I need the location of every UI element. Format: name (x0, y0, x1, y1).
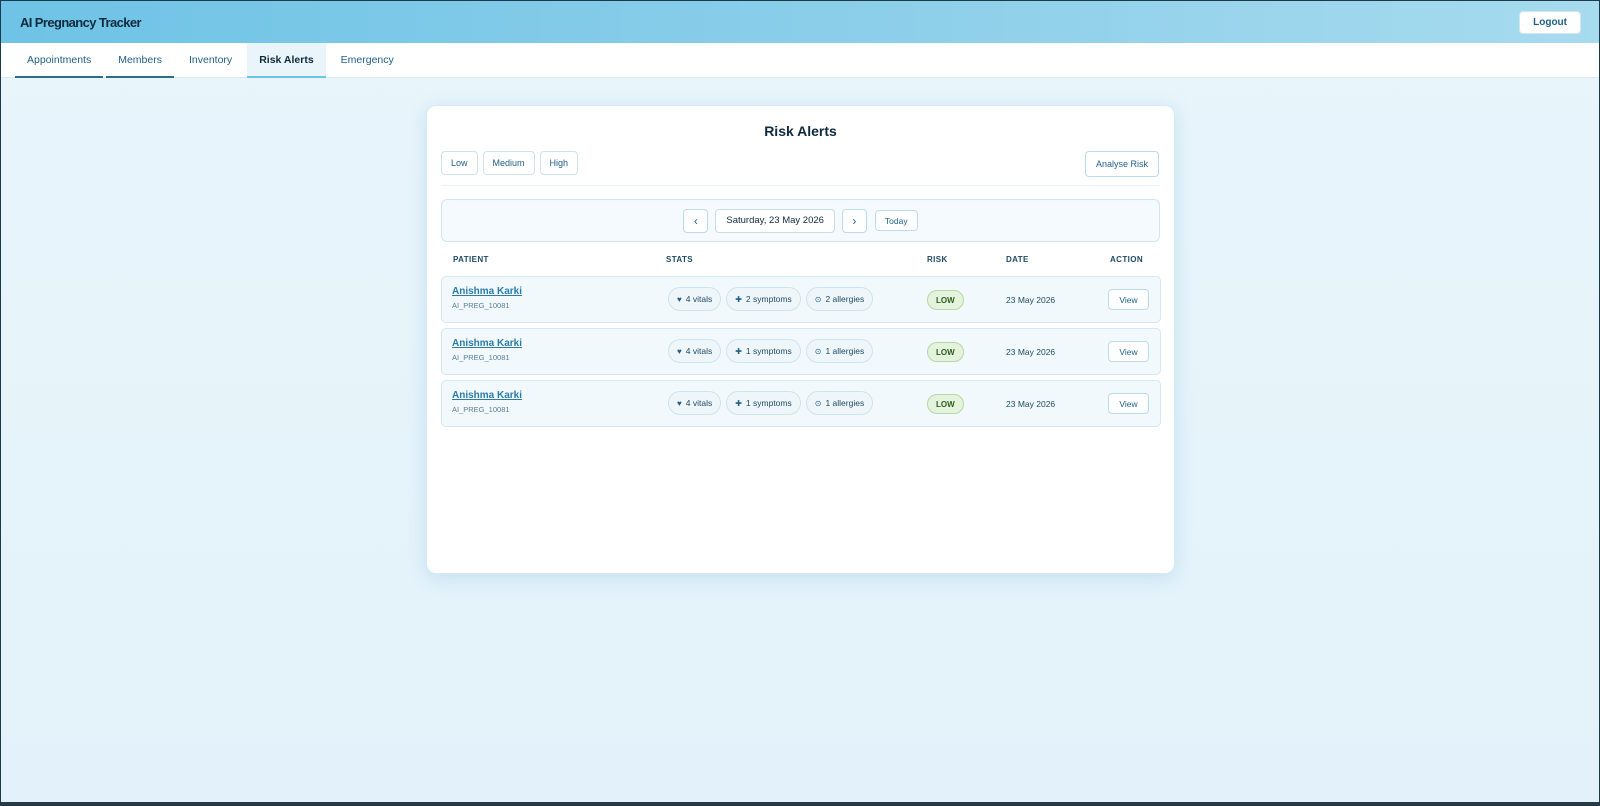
tab-appointments[interactable]: Appointments (15, 43, 104, 78)
view-button[interactable]: View (1108, 289, 1149, 310)
prev-day-button[interactable]: ‹ (683, 208, 709, 233)
page-title: Risk Alerts (764, 123, 837, 139)
target-icon: ⊙ (814, 398, 822, 408)
table-header: PATIENT STATS RISK DATE ACTION (441, 255, 1160, 269)
allergies-count: 1 allergies (825, 398, 865, 408)
allergies-count: 2 allergies (825, 294, 865, 304)
row-date: 23 May 2026 (1006, 347, 1056, 357)
vitals-count: 4 vitals (685, 398, 713, 408)
tab-inventory[interactable]: Inventory (177, 43, 244, 78)
top-bar: AI Pregnancy Tracker Logout (1, 1, 1599, 43)
date-navigator: ‹ Saturday, 23 May 2026 › Today (441, 199, 1160, 242)
today-button[interactable]: Today (874, 210, 918, 231)
patient-id: AI_PREG_10081 (452, 301, 510, 310)
patient-name-link[interactable]: Anishma Karki (452, 338, 522, 349)
heart-icon: ♥ (677, 346, 682, 356)
divider (441, 185, 1160, 186)
tab-risk-alerts[interactable]: Risk Alerts (247, 43, 326, 78)
target-icon: ⊙ (814, 294, 822, 304)
tab-members[interactable]: Members (106, 43, 174, 78)
filter-medium-button[interactable]: Medium (482, 151, 535, 175)
vitals-count: 4 vitals (685, 346, 713, 356)
stats-group: ♥ 4 vitals ✚ 2 symptoms ⊙ 2 allergies (668, 287, 874, 311)
header-date: DATE (1006, 255, 1029, 264)
plus-icon: ✚ (735, 294, 742, 304)
symptoms-pill: ✚ 1 symptoms (726, 391, 801, 415)
app-title: AI Pregnancy Tracker (20, 14, 142, 30)
symptoms-pill: ✚ 1 symptoms (726, 339, 801, 363)
row-date: 23 May 2026 (1006, 399, 1056, 409)
tab-bar: Appointments Members Inventory Risk Aler… (1, 43, 1599, 78)
chevron-left-icon: ‹ (693, 213, 698, 228)
allergies-count: 1 allergies (825, 346, 865, 356)
row-date: 23 May 2026 (1006, 295, 1056, 305)
analyse-risk-button[interactable]: Analyse Risk (1084, 151, 1159, 177)
patient-name-link[interactable]: Anishma Karki (452, 390, 522, 401)
target-icon: ⊙ (814, 346, 822, 356)
header-risk: RISK (927, 255, 948, 264)
vitals-pill: ♥ 4 vitals (668, 287, 722, 311)
patient-name-link[interactable]: Anishma Karki (452, 286, 522, 297)
patient-id: AI_PREG_10081 (452, 405, 510, 414)
table-row: Anishma Karki AI_PREG_10081 ♥ 4 vitals ✚ 2… (441, 276, 1161, 323)
symptoms-count: 1 symptoms (745, 398, 792, 408)
header-action: ACTION (1110, 255, 1144, 264)
vitals-pill: ♥ 4 vitals (668, 391, 722, 415)
plus-icon: ✚ (735, 346, 742, 356)
symptoms-count: 2 symptoms (745, 294, 792, 304)
tab-emergency[interactable]: Emergency (329, 43, 406, 78)
vitals-pill: ♥ 4 vitals (668, 339, 722, 363)
risk-filter-group: Low Medium High (441, 151, 579, 175)
heart-icon: ♥ (677, 294, 682, 304)
header-stats: STATS (666, 255, 694, 264)
vitals-count: 4 vitals (685, 294, 713, 304)
view-button[interactable]: View (1108, 341, 1149, 362)
risk-badge: LOW (927, 394, 964, 414)
stats-group: ♥ 4 vitals ✚ 1 symptoms ⊙ 1 allergies (668, 391, 874, 415)
symptoms-pill: ✚ 2 symptoms (726, 287, 801, 311)
chevron-right-icon: › (852, 213, 857, 228)
next-day-button[interactable]: › (841, 208, 867, 233)
risk-alerts-card: Risk Alerts Low Medium High Analyse Risk… (426, 105, 1175, 574)
app-window: AI Pregnancy Tracker Logout Appointments… (0, 0, 1600, 806)
heart-icon: ♥ (677, 398, 682, 408)
stats-group: ♥ 4 vitals ✚ 1 symptoms ⊙ 1 allergies (668, 339, 874, 363)
view-button[interactable]: View (1108, 393, 1149, 414)
symptoms-count: 1 symptoms (745, 346, 792, 356)
allergies-pill: ⊙ 1 allergies (805, 339, 874, 363)
allergies-pill: ⊙ 1 allergies (805, 391, 874, 415)
window-bottom-edge (1, 802, 1599, 805)
risk-badge: LOW (927, 342, 964, 362)
patient-id: AI_PREG_10081 (452, 353, 510, 362)
filter-low-button[interactable]: Low (441, 151, 478, 175)
table-row: Anishma Karki AI_PREG_10081 ♥ 4 vitals ✚ 1… (441, 328, 1161, 375)
plus-icon: ✚ (735, 398, 742, 408)
filter-high-button[interactable]: High (539, 151, 579, 175)
logout-button[interactable]: Logout (1519, 10, 1581, 34)
header-patient: PATIENT (453, 255, 489, 264)
table-row: Anishma Karki AI_PREG_10081 ♥ 4 vitals ✚ 1… (441, 380, 1161, 427)
current-date: Saturday, 23 May 2026 (715, 208, 835, 233)
allergies-pill: ⊙ 2 allergies (805, 287, 874, 311)
risk-badge: LOW (927, 290, 964, 310)
